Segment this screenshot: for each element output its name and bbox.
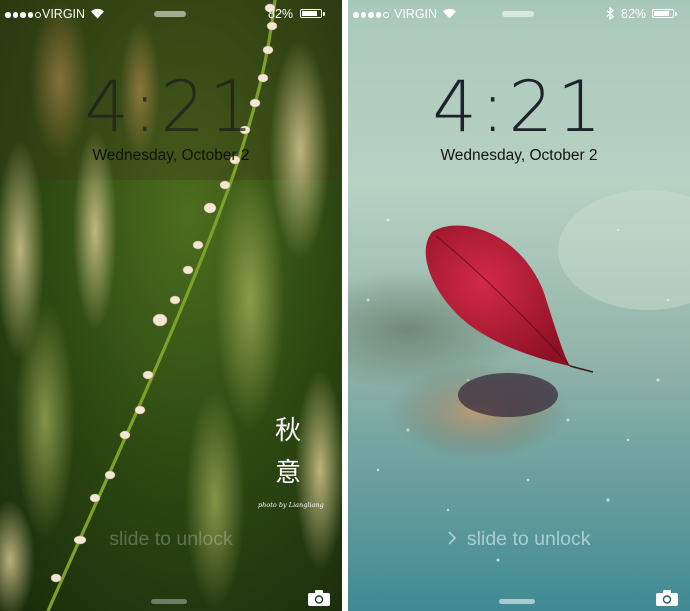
lock-clock: 4:21 — [432, 66, 606, 148]
slide-to-unlock-label: slide to unlock — [109, 528, 233, 550]
carrier-name: VIRGIN — [394, 7, 438, 21]
control-center-grabber[interactable] — [499, 599, 535, 604]
battery-icon — [652, 9, 677, 18]
slide-to-unlock[interactable]: slide to unlock — [348, 528, 690, 551]
signal-strength — [353, 12, 389, 18]
wifi-icon — [91, 8, 104, 19]
status-bar: VIRGIN 82% — [348, 0, 690, 30]
comparison-view: VIRGIN 82% 4:21 Wednesday, October 2 秋 意… — [0, 0, 690, 611]
lock-date: Wednesday, October 2 — [92, 147, 250, 164]
control-center-grabber[interactable] — [151, 599, 187, 604]
notification-grabber[interactable] — [154, 11, 186, 17]
slide-to-unlock[interactable]: slide to unlock — [0, 528, 342, 551]
lock-date: Wednesday, October 2 — [440, 147, 598, 164]
lock-screen-right: VIRGIN 82% 4:21 Wednesday, October 2 sli… — [348, 0, 690, 611]
bluetooth-icon — [606, 7, 614, 20]
camera-icon[interactable] — [307, 589, 331, 607]
status-bar: VIRGIN 82% — [0, 0, 342, 30]
slide-to-unlock-label: slide to unlock — [466, 528, 591, 550]
battery-icon — [300, 9, 325, 18]
signal-strength — [5, 12, 41, 18]
chevron-right-icon — [447, 531, 456, 545]
lock-screen-left: VIRGIN 82% 4:21 Wednesday, October 2 秋 意… — [0, 0, 342, 611]
calligraphy-char: 秋 — [274, 416, 301, 446]
battery-percent: 82% — [621, 7, 647, 21]
lock-clock: 4:21 — [84, 66, 258, 148]
calligraphy-title: 秋 意 — [268, 410, 308, 494]
notification-grabber[interactable] — [502, 11, 534, 17]
camera-icon[interactable] — [655, 589, 679, 607]
carrier-name: VIRGIN — [42, 7, 86, 21]
wifi-icon — [443, 8, 456, 19]
battery-percent: 82% — [268, 7, 294, 21]
photo-credit: photo by Liangliang — [258, 501, 324, 509]
calligraphy-char: 意 — [274, 458, 301, 488]
